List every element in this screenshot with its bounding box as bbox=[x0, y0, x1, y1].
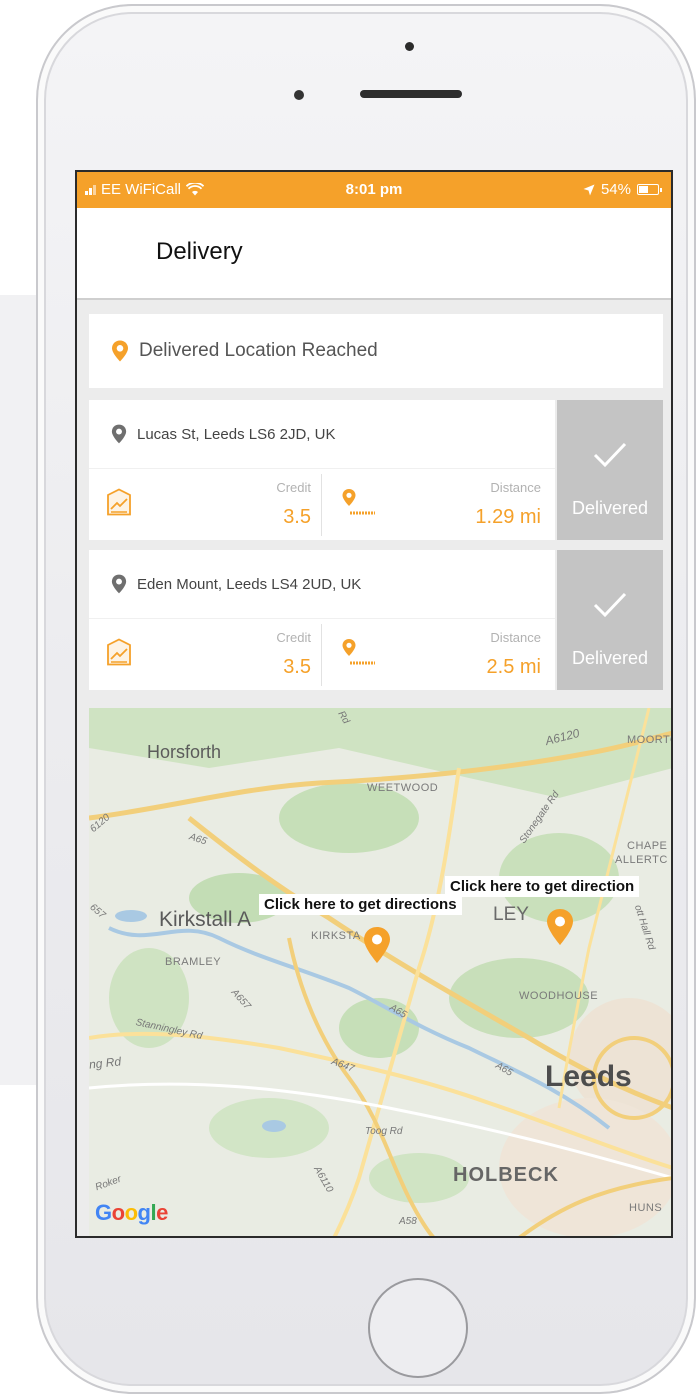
map-label-chapel: CHAPE bbox=[627, 840, 668, 852]
map-label-bramley: BRAMLEY bbox=[165, 956, 222, 968]
front-camera bbox=[405, 42, 414, 51]
map-marker-icon[interactable] bbox=[545, 908, 575, 946]
distance-pin-icon bbox=[342, 639, 375, 665]
battery-icon bbox=[637, 184, 662, 195]
pin-icon bbox=[112, 340, 128, 362]
pin-icon bbox=[111, 424, 127, 444]
chart-card-icon bbox=[107, 638, 131, 666]
credit-value: 3.5 bbox=[283, 656, 311, 678]
delivery-card: Lucas St, Leeds LS6 2JD, UK Credit 3.5 D… bbox=[89, 400, 555, 540]
map-label-holbeck: HOLBECK bbox=[453, 1164, 559, 1186]
distance-value: 2.5 mi bbox=[486, 656, 541, 678]
app-header: Delivery bbox=[77, 208, 671, 300]
delivery-address-row: Eden Mount, Leeds LS4 2UD, UK bbox=[111, 574, 361, 594]
earpiece-speaker bbox=[360, 90, 462, 98]
distance-label: Distance bbox=[490, 630, 541, 645]
divider bbox=[321, 624, 322, 686]
status-time: 8:01 pm bbox=[345, 181, 403, 198]
map-label-kirkstall: Kirkstall A bbox=[159, 908, 252, 931]
map-label-horsforth: Horsforth bbox=[147, 742, 222, 762]
page: EE WiFiCall 8:01 pm 54% Delivery Deliver… bbox=[0, 0, 698, 1398]
map-road-toog: Toog Rd bbox=[365, 1126, 403, 1137]
map-label-weetwood: WEETWOOD bbox=[367, 782, 439, 794]
home-button[interactable] bbox=[368, 1278, 468, 1378]
location-arrow-icon bbox=[583, 184, 595, 195]
delivery-address: Eden Mount, Leeds LS4 2UD, UK bbox=[137, 575, 362, 593]
distance-pin-icon bbox=[342, 489, 375, 515]
divider bbox=[89, 468, 555, 469]
map-road-a58: A58 bbox=[399, 1216, 417, 1227]
status-bar: EE WiFiCall 8:01 pm 54% bbox=[77, 172, 671, 208]
proximity-sensor bbox=[294, 90, 304, 100]
delivered-label: Delivered bbox=[571, 498, 649, 518]
delivered-button[interactable]: Delivered bbox=[557, 400, 663, 540]
checkmark-icon bbox=[593, 442, 627, 468]
battery-percent: 54% bbox=[600, 181, 631, 198]
delivery-card: Eden Mount, Leeds LS4 2UD, UK Credit 3.5… bbox=[89, 550, 555, 690]
map-label-leeds: Leeds bbox=[545, 1060, 632, 1093]
get-directions-callout[interactable]: Click here to get direction bbox=[445, 876, 640, 897]
distance-value: 1.29 mi bbox=[475, 506, 541, 528]
divider bbox=[89, 618, 555, 619]
page-title: Delivery bbox=[156, 238, 243, 265]
distance-label: Distance bbox=[490, 480, 541, 495]
chart-card-icon bbox=[107, 488, 131, 516]
google-logo: Google bbox=[95, 1200, 168, 1225]
map-label-allerton: ALLERTC bbox=[615, 854, 668, 866]
divider bbox=[321, 474, 322, 536]
get-directions-callout[interactable]: Click here to get directions bbox=[259, 894, 462, 915]
checkmark-icon bbox=[593, 592, 627, 618]
credit-label: Credit bbox=[276, 630, 311, 645]
credit-label: Credit bbox=[276, 480, 311, 495]
battery-fill bbox=[639, 186, 649, 193]
delivery-address: Lucas St, Leeds LS6 2JD, UK bbox=[137, 425, 336, 443]
map-label-headingley: LEY bbox=[493, 904, 529, 925]
banner-text: Delivered Location Reached bbox=[139, 340, 378, 361]
map-marker-icon[interactable] bbox=[362, 926, 392, 964]
map-label-moortown: MOORTO bbox=[627, 734, 671, 746]
location-reached-banner: Delivered Location Reached bbox=[89, 314, 663, 388]
map-label-kirkstall-small: KIRKSTA bbox=[311, 930, 361, 942]
status-right: 54% bbox=[583, 181, 662, 198]
map-label-huns: HUNS bbox=[629, 1202, 663, 1214]
credit-value: 3.5 bbox=[283, 506, 311, 528]
delivery-address-row: Lucas St, Leeds LS6 2JD, UK bbox=[111, 424, 335, 444]
delivered-button[interactable]: Delivered bbox=[557, 550, 663, 690]
pin-icon bbox=[111, 574, 127, 594]
delivered-label: Delivered bbox=[571, 648, 649, 668]
map-label-woodhouse: WOODHOUSE bbox=[519, 990, 599, 1002]
map-view[interactable]: Horsforth WEETWOOD Kirkstall A KIRKSTA B… bbox=[89, 708, 671, 1236]
app-screen: EE WiFiCall 8:01 pm 54% Delivery Deliver… bbox=[75, 170, 673, 1238]
